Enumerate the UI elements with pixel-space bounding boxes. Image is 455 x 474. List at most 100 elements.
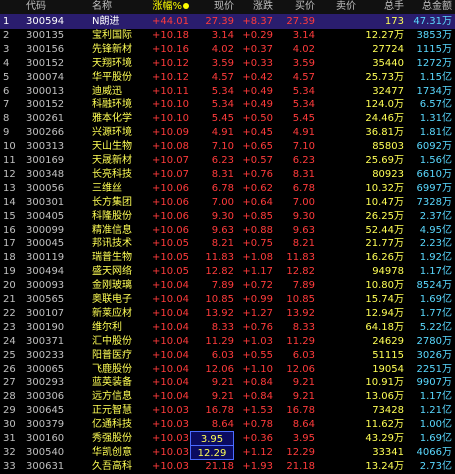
bid-price: 5.34 bbox=[292, 85, 315, 97]
stock-name: 蓝英装备 bbox=[92, 377, 132, 389]
table-row[interactable]: 14 300301 长方集团 +10.06 7.00 +0.64 7.00 10.47万 732… bbox=[0, 195, 455, 210]
header-price[interactable]: 现价 bbox=[190, 0, 234, 14]
stock-code: 300169 bbox=[26, 155, 65, 166]
header-index bbox=[3, 0, 23, 14]
change-percent: +10.03 bbox=[151, 433, 189, 444]
table-row[interactable]: 11 300169 天晟新材 +10.07 6.23 +0.57 6.23 25.69万 1.5… bbox=[0, 153, 455, 168]
current-price: 5.34 bbox=[211, 85, 234, 97]
table-row[interactable]: 18 300119 瑞普生物 +10.05 11.83 +1.08 11.83 16.26万 1… bbox=[0, 250, 455, 265]
price-change: +0.65 bbox=[242, 141, 273, 153]
header-name[interactable]: 名称 bbox=[92, 0, 150, 14]
table-row[interactable]: 9 300266 兴源环境 +10.09 4.91 +0.45 4.91 36.81万 1.81… bbox=[0, 125, 455, 140]
table-row[interactable]: 10 300313 天山生物 +10.08 7.10 +0.65 7.10 85803 6092… bbox=[0, 139, 455, 154]
current-price: 7.00 bbox=[211, 196, 234, 208]
bid-price: 9.21 bbox=[292, 377, 315, 389]
change-percent: +10.04 bbox=[151, 391, 189, 403]
header-change-percent[interactable]: 涨幅% bbox=[150, 0, 189, 14]
table-row[interactable]: 6 300013 迪威迅 +10.11 5.34 +0.49 5.34 32477 1734万 bbox=[0, 84, 455, 99]
change-percent: +10.08 bbox=[151, 141, 189, 153]
table-row[interactable]: 7 300152 科融环境 +10.10 5.34 +0.49 5.34 124.0万 6.57… bbox=[0, 97, 455, 112]
header-volume[interactable]: 总手 bbox=[357, 0, 404, 14]
price-change: +0.42 bbox=[242, 71, 273, 83]
row-index: 1 bbox=[3, 16, 10, 27]
ask-price bbox=[318, 97, 356, 112]
change-percent: +10.03 bbox=[151, 419, 189, 431]
table-row[interactable]: 17 300045 邦讯技术 +10.05 8.21 +0.75 8.21 21.77万 2.2… bbox=[0, 236, 455, 251]
row-index: 19 bbox=[3, 266, 16, 278]
header-amount[interactable]: 总金额 bbox=[405, 0, 452, 14]
table-row[interactable]: 29 300645 正元智慧 +10.03 16.78 +1.53 16.78 73428 1.… bbox=[0, 403, 455, 418]
table-row[interactable]: 3 300156 先锋新材 +10.16 4.02 +0.37 4.02 27724 1115万 bbox=[0, 42, 455, 57]
total-amount: 3026万 bbox=[416, 349, 452, 361]
stock-code: 300190 bbox=[26, 321, 65, 333]
table-row[interactable]: 4 300152 天翔环境 +10.12 3.59 +0.33 3.59 35440 1272万 bbox=[0, 56, 455, 71]
price-change: +0.84 bbox=[242, 391, 273, 403]
table-row[interactable]: 15 300405 科隆股份 +10.06 9.30 +0.85 9.30 26.25万 2.3… bbox=[0, 209, 455, 224]
stock-code: 300540 bbox=[26, 446, 65, 458]
table-row[interactable]: 5 300074 华平股份 +10.12 4.57 +0.42 4.57 25.73万 1.15… bbox=[0, 70, 455, 85]
current-price: 3.95 bbox=[190, 431, 234, 446]
table-row[interactable]: 24 300371 汇中股份 +10.04 11.29 +1.03 11.29 24629 27… bbox=[0, 334, 455, 349]
total-amount: 1.15亿 bbox=[419, 71, 452, 83]
header-code[interactable]: 代码 bbox=[26, 0, 76, 14]
stock-name: 维尔利 bbox=[92, 321, 122, 333]
stock-name: 阳普医疗 bbox=[92, 349, 132, 361]
total-amount: 2780万 bbox=[416, 335, 452, 347]
table-row[interactable]: 28 300306 远方信息 +10.04 9.21 +0.84 9.21 13.06万 1.1… bbox=[0, 389, 455, 404]
stock-code: 300594 bbox=[26, 16, 65, 27]
stock-code: 300152 bbox=[26, 57, 65, 69]
stock-name: 金刚玻璃 bbox=[92, 280, 132, 292]
stock-name: 华平股份 bbox=[92, 71, 132, 83]
total-volume: 32477 bbox=[372, 85, 404, 97]
header-ask[interactable]: 卖价 bbox=[318, 0, 356, 14]
table-row[interactable]: 25 300233 阳普医疗 +10.04 6.03 +0.55 6.03 51115 3026… bbox=[0, 348, 455, 363]
table-row[interactable]: 13 300056 三维丝 +10.06 6.78 +0.62 6.78 10.32万 6997… bbox=[0, 181, 455, 196]
row-index: 22 bbox=[3, 307, 16, 319]
table-row[interactable]: 12 300348 长亮科技 +10.07 8.31 +0.76 8.31 80923 6610… bbox=[0, 167, 455, 182]
ask-price bbox=[318, 153, 356, 168]
table-row[interactable]: 21 300565 奥联电子 +10.04 10.85 +0.99 10.85 15.74万 1… bbox=[0, 292, 455, 307]
stock-name: 天晟新材 bbox=[92, 155, 132, 166]
row-index: 20 bbox=[3, 280, 16, 292]
stock-name: 科隆股份 bbox=[92, 210, 132, 222]
total-volume: 24.46万 bbox=[365, 113, 404, 125]
ask-price bbox=[318, 292, 356, 307]
stock-code: 300093 bbox=[26, 280, 65, 292]
table-row[interactable]: 1 300594 N朗进 +44.01 27.39 +8.37 27.39 173 47.31万 bbox=[0, 14, 455, 29]
bid-price: 5.34 bbox=[292, 99, 315, 111]
table-row[interactable]: 23 300190 维尔利 +10.04 8.33 +0.76 8.33 64.18万 5.22… bbox=[0, 320, 455, 335]
total-amount: 6.57亿 bbox=[419, 99, 452, 111]
header-bid[interactable]: 买价 bbox=[275, 0, 315, 14]
table-row[interactable]: 30 300379 亿通科技 +10.03 8.64 +0.78 8.64 11.62万 1.0… bbox=[0, 417, 455, 432]
total-volume: 12.27万 bbox=[365, 29, 404, 41]
table-row[interactable]: 20 300093 金刚玻璃 +10.04 7.89 +0.72 7.89 10.80万 852… bbox=[0, 278, 455, 293]
total-volume: 16.26万 bbox=[365, 252, 404, 264]
bid-price: 12.06 bbox=[286, 363, 315, 375]
stock-code: 300371 bbox=[26, 335, 65, 347]
change-percent: +10.07 bbox=[151, 155, 189, 166]
change-percent: +10.04 bbox=[151, 335, 189, 347]
table-row[interactable]: 31 300160 秀强股份 +10.03 3.95 +0.36 3.95 43.29万 1.6… bbox=[0, 431, 455, 446]
table-row[interactable]: 22 300107 新莱应材 +10.04 13.92 +1.27 13.92 12.94万 1… bbox=[0, 306, 455, 321]
current-price: 8.31 bbox=[211, 168, 234, 180]
current-price: 7.89 bbox=[211, 280, 234, 292]
ask-price bbox=[318, 236, 356, 251]
bid-price: 13.92 bbox=[286, 307, 315, 319]
total-volume: 173 bbox=[384, 16, 404, 27]
total-volume: 51115 bbox=[372, 349, 404, 361]
header-change[interactable]: 涨跌 bbox=[235, 0, 273, 14]
table-row[interactable]: 32 300540 华凯创意 +10.03 12.29 +1.12 12.29 33341 40… bbox=[0, 444, 455, 460]
total-amount: 1.81亿 bbox=[419, 127, 452, 139]
table-row[interactable]: 19 300494 盛天网络 +10.05 12.82 +1.17 12.82 94978 1.… bbox=[0, 264, 455, 279]
current-price: 6.03 bbox=[211, 349, 234, 361]
table-row[interactable]: 8 300261 雅本化学 +10.10 5.45 +0.50 5.45 24.46万 1.31… bbox=[0, 111, 455, 126]
table-row[interactable]: 26 300065 飞鹿股份 +10.04 12.06 +1.10 12.06 19054 22… bbox=[0, 362, 455, 377]
table-row[interactable]: 2 300135 宝利国际 +10.18 3.14 +0.29 3.14 12.27万 3853… bbox=[0, 28, 455, 43]
ask-price bbox=[318, 70, 356, 85]
price-change: +0.50 bbox=[242, 113, 273, 125]
table-header: 代码 名称 涨幅% 现价 涨跌 买价 卖价 总手 总金额 bbox=[0, 0, 455, 14]
table-row[interactable]: 27 300293 蓝英装备 +10.04 9.21 +0.84 9.21 10.91万 990… bbox=[0, 375, 455, 390]
total-amount: 6092万 bbox=[416, 141, 452, 153]
stock-name: 飞鹿股份 bbox=[92, 363, 132, 375]
table-row[interactable]: 16 300099 精准信息 +10.06 9.63 +0.88 9.63 52.44万 4.9… bbox=[0, 223, 455, 238]
